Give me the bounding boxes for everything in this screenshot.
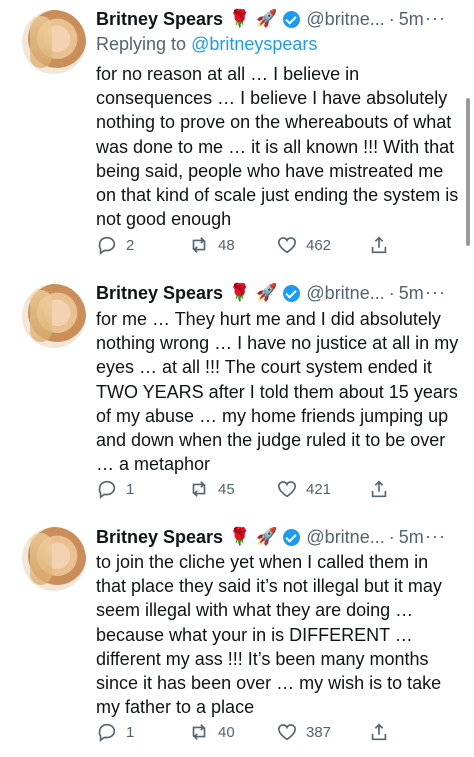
retweet-icon — [192, 481, 206, 497]
timestamp[interactable]: 5m — [399, 283, 424, 304]
scrollbar[interactable] — [466, 98, 470, 246]
retweet-button[interactable]: 40 — [188, 721, 235, 743]
like-button[interactable]: 421 — [276, 478, 331, 500]
tweet-text: to join the cliche yet when I called the… — [96, 552, 442, 718]
like-button[interactable]: 462 — [276, 234, 331, 256]
separator-dot: · — [388, 526, 395, 547]
share-icon — [371, 480, 387, 498]
tweet-header: Britney Spears 🌹 🚀 @britne... · 5m — [96, 524, 424, 550]
verified-badge-icon[interactable] — [283, 528, 301, 546]
reply-button[interactable]: 1 — [96, 721, 134, 743]
retweet-count: 40 — [218, 723, 235, 741]
tweet-header: Britney Spears 🌹 🚀 @britne... · 5m — [96, 6, 424, 32]
share-icon — [371, 723, 387, 741]
more-options-icon[interactable]: ··· — [425, 526, 446, 547]
username-handle[interactable]: @britne... — [306, 283, 384, 304]
reply-button[interactable]: 2 — [96, 234, 134, 256]
username-handle[interactable]: @britne... — [306, 527, 384, 548]
replying-to-mention[interactable]: @britneyspears — [191, 34, 317, 54]
like-count: 462 — [306, 236, 332, 254]
tweet-actions: 2 48 462 — [96, 234, 396, 256]
display-name[interactable]: Britney Spears — [96, 527, 223, 548]
retweet-button[interactable]: 45 — [188, 478, 235, 500]
avatar[interactable] — [22, 284, 86, 348]
tweet-text: for me … They hurt me and I did absolute… — [96, 309, 459, 475]
replying-to: Replying to @britneyspears — [96, 34, 317, 55]
share-button[interactable] — [368, 721, 390, 743]
like-count: 421 — [306, 480, 332, 498]
more-options-icon[interactable]: ··· — [425, 8, 446, 29]
timestamp[interactable]: 5m — [399, 9, 424, 30]
rocket-icon: 🚀 — [256, 283, 278, 302]
display-name[interactable]: Britney Spears — [96, 283, 223, 304]
reply-count: 1 — [126, 723, 135, 741]
tweet-text: for no reason at all … I believe in cons… — [96, 64, 459, 230]
tweet-actions: 1 40 387 — [96, 721, 396, 743]
reply-button[interactable]: 1 — [96, 478, 134, 500]
timestamp[interactable]: 5m — [399, 527, 424, 548]
separator-dot: · — [388, 282, 395, 303]
like-count: 387 — [306, 723, 332, 741]
reply-icon — [98, 236, 116, 255]
reply-icon — [98, 480, 116, 499]
tweet-actions: 1 45 421 — [96, 478, 396, 500]
retweet-icon — [192, 724, 206, 740]
retweet-count: 45 — [218, 480, 235, 498]
separator-dot: · — [388, 8, 395, 29]
avatar[interactable] — [22, 10, 86, 74]
retweet-count: 48 — [218, 236, 235, 254]
like-button[interactable]: 387 — [276, 721, 331, 743]
heart-icon — [277, 724, 297, 741]
share-button[interactable] — [368, 478, 390, 500]
rocket-icon: 🚀 — [256, 527, 278, 546]
avatar[interactable] — [22, 527, 86, 591]
rose-icon: 🌹 — [229, 283, 251, 302]
reply-count: 1 — [126, 480, 135, 498]
retweet-button[interactable]: 48 — [188, 234, 235, 256]
verified-badge-icon[interactable] — [283, 284, 301, 302]
username-handle[interactable]: @britne... — [306, 9, 384, 30]
share-button[interactable] — [368, 234, 390, 256]
share-icon — [371, 236, 387, 254]
heart-icon — [277, 481, 297, 498]
verified-badge-icon[interactable] — [283, 10, 301, 28]
retweet-icon — [192, 237, 206, 253]
replying-to-label: Replying to — [96, 34, 187, 54]
rose-icon: 🌹 — [229, 527, 251, 546]
reply-icon — [98, 723, 116, 742]
more-options-icon[interactable]: ··· — [425, 282, 446, 303]
heart-icon — [277, 237, 297, 254]
rocket-icon: 🚀 — [256, 9, 278, 28]
rose-icon: 🌹 — [229, 9, 251, 28]
display-name[interactable]: Britney Spears — [96, 9, 223, 30]
tweet-header: Britney Spears 🌹 🚀 @britne... · 5m — [96, 280, 424, 306]
reply-count: 2 — [126, 236, 135, 254]
